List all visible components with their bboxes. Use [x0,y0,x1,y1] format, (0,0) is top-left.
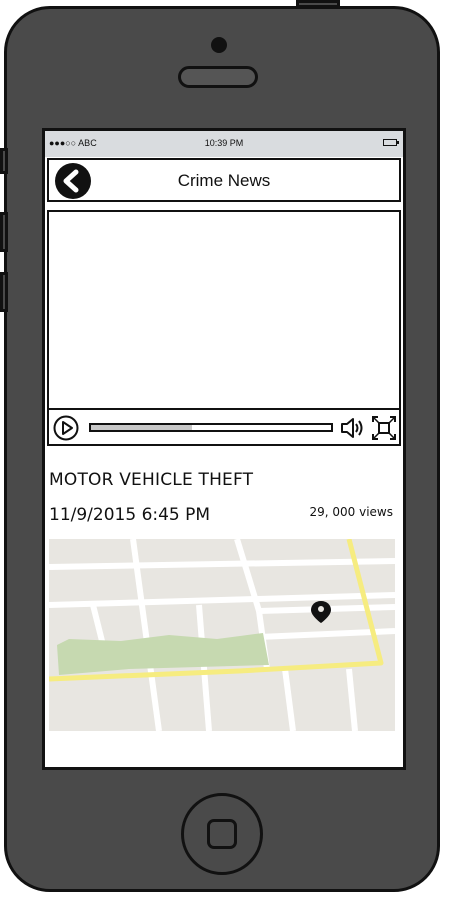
fullscreen-button[interactable] [371,415,397,441]
video-player[interactable] [47,210,401,446]
video-controls [49,408,399,444]
map-graphic [48,538,396,732]
phone-camera [211,37,227,53]
home-button[interactable] [181,793,263,875]
status-bar: ●●●○○ ABC 10:39 PM [45,131,403,157]
phone-speaker [178,66,258,88]
volume-button[interactable] [339,415,367,441]
phone-volume-up-button [0,212,8,252]
home-button-icon [207,819,237,849]
play-icon [53,415,79,441]
phone-side-button [0,148,8,174]
phone-screen: ●●●○○ ABC 10:39 PM Crime News MOTOR VEHI… [42,128,406,770]
page-title: Crime News [177,171,271,190]
play-button[interactable] [53,415,79,441]
status-time: 10:39 PM [204,138,244,148]
phone-volume-down-button [0,272,8,312]
phone-power-button [296,0,340,8]
article-datetime: 11/9/2015 6:45 PM [49,505,211,525]
nav-bar: Crime News [47,158,401,202]
fullscreen-icon [372,416,396,440]
video-progress-fill [91,425,192,430]
volume-icon [341,418,363,438]
battery-icon [383,139,399,146]
crime-location-map[interactable] [48,538,396,732]
view-count: 29, 000 views [309,505,393,519]
video-progress-bar[interactable] [89,423,333,432]
article-headline: MOTOR VEHICLE THEFT [49,470,254,490]
